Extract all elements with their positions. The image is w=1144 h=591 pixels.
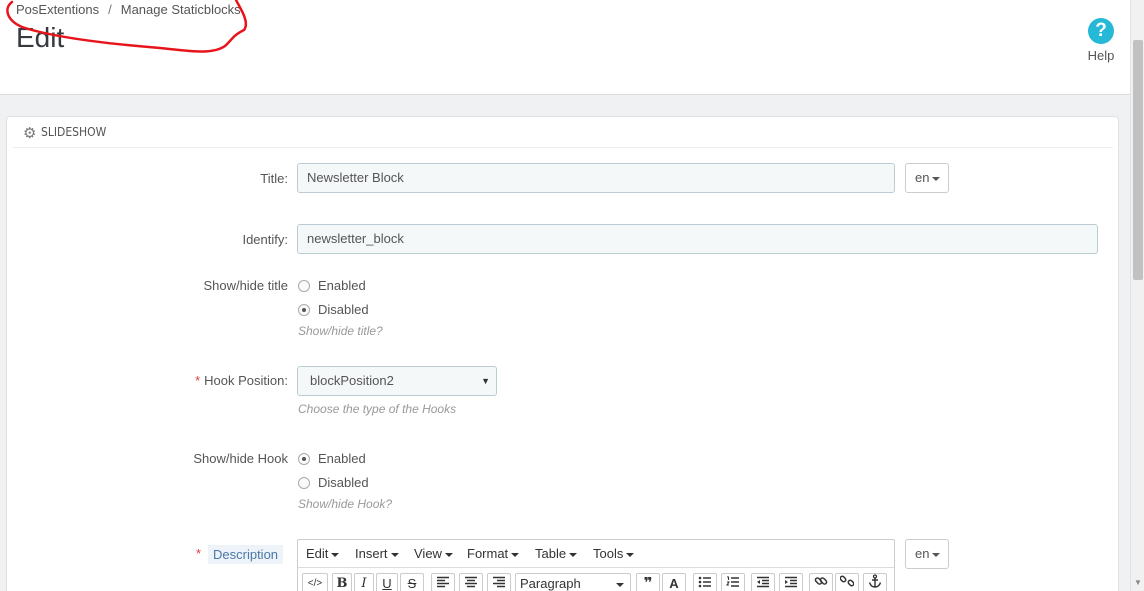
identify-label: Identify: <box>242 232 288 247</box>
show-title-enabled-option[interactable]: Enabled <box>298 278 366 293</box>
bullet-list-icon <box>698 576 711 588</box>
indent-button[interactable] <box>779 573 803 591</box>
bullet-list-button[interactable] <box>693 573 717 591</box>
title-input[interactable]: Newsletter Block <box>297 163 895 193</box>
panel-title: SLIDESHOW <box>41 125 107 139</box>
caret-down-icon <box>569 552 578 557</box>
anchor-icon <box>868 574 882 588</box>
source-code-button[interactable]: </> <box>302 573 328 591</box>
editor-menubar: Edit Insert View Format Table Tools <box>298 540 894 568</box>
show-title-disabled-option[interactable]: Disabled <box>298 302 369 317</box>
paragraph-format-value: Paragraph <box>520 576 581 591</box>
outdent-icon <box>757 576 769 588</box>
outdent-button[interactable] <box>751 573 775 591</box>
show-hide-hook-label: Show/hide Hook <box>193 451 288 466</box>
blockquote-button[interactable]: ❞ <box>636 573 660 591</box>
caret-down-icon <box>331 552 340 557</box>
title-language-dropdown[interactable]: en <box>905 163 949 193</box>
align-right-icon <box>493 576 505 588</box>
italic-button[interactable]: I <box>354 573 374 591</box>
text-color-button[interactable]: A <box>662 573 686 591</box>
caret-down-icon <box>616 583 624 587</box>
editor-menu-tools[interactable]: Tools <box>593 546 635 561</box>
caret-down-icon <box>932 176 941 181</box>
insert-link-button[interactable] <box>809 573 833 591</box>
show-hook-disabled-radio[interactable] <box>298 477 310 489</box>
show-title-enabled-label: Enabled <box>318 278 366 293</box>
scrollbar-thumb[interactable] <box>1133 40 1143 280</box>
title-label: Title: <box>260 171 288 186</box>
red-annotation-scribble <box>6 0 248 53</box>
title-language-value: en <box>915 170 930 185</box>
remove-link-button[interactable] <box>835 573 859 591</box>
link-icon <box>814 577 828 585</box>
hook-position-label: * Hook Position: <box>88 373 288 388</box>
vertical-scrollbar[interactable]: ▼ <box>1130 0 1144 591</box>
description-label: Description <box>208 545 284 564</box>
align-left-icon <box>437 576 449 588</box>
panel-heading: ⚙ SLIDESHOW <box>13 117 1113 148</box>
required-marker: * <box>195 373 201 388</box>
indent-icon <box>785 576 797 588</box>
caret-down-icon <box>626 552 635 557</box>
editor-menu-view[interactable]: View <box>414 546 453 561</box>
gear-icon: ⚙ <box>23 125 37 142</box>
align-center-icon <box>465 576 477 588</box>
show-hook-enabled-option[interactable]: Enabled <box>298 451 366 466</box>
caret-down-icon <box>511 552 520 557</box>
caret-down-icon <box>932 552 941 557</box>
align-center-button[interactable] <box>459 573 483 591</box>
align-right-button[interactable] <box>487 573 511 591</box>
strikethrough-button[interactable]: S <box>400 573 424 591</box>
hook-position-label-text: Hook Position: <box>204 373 288 388</box>
anchor-button[interactable] <box>863 573 887 591</box>
description-language-value: en <box>915 546 930 561</box>
editor-menu-table[interactable]: Table <box>535 546 578 561</box>
numbered-list-icon <box>726 576 739 587</box>
show-title-enabled-radio[interactable] <box>298 280 310 292</box>
caret-down-icon <box>444 552 453 557</box>
identify-input[interactable]: newsletter_block <box>297 224 1098 254</box>
description-required-marker: * <box>196 546 202 561</box>
show-hook-enabled-label: Enabled <box>318 451 366 466</box>
show-title-disabled-radio[interactable] <box>298 304 310 316</box>
help-label: Help <box>1087 48 1115 63</box>
show-title-disabled-label: Disabled <box>318 302 369 317</box>
show-title-help-text: Show/hide title? <box>298 324 383 338</box>
hook-position-help-text: Choose the type of the Hooks <box>298 402 457 416</box>
show-hook-disabled-option[interactable]: Disabled <box>298 475 369 490</box>
scroll-down-arrow-icon[interactable]: ▼ <box>1134 578 1142 587</box>
show-hook-disabled-label: Disabled <box>318 475 369 490</box>
description-language-dropdown[interactable]: en <box>905 539 949 569</box>
help-button[interactable]: ? Help <box>1084 18 1118 63</box>
hook-position-select[interactable]: blockPosition2 ▼ <box>297 366 497 396</box>
editor-menu-format[interactable]: Format <box>467 546 520 561</box>
unlink-icon <box>839 575 855 587</box>
show-hook-enabled-radio[interactable] <box>298 453 310 465</box>
show-hide-title-label: Show/hide title <box>203 278 288 293</box>
caret-down-icon <box>390 552 399 557</box>
select-arrow-icon: ▼ <box>481 376 490 386</box>
underline-button[interactable]: U <box>376 573 398 591</box>
numbered-list-button[interactable] <box>721 573 745 591</box>
editor-menu-edit[interactable]: Edit <box>306 546 340 561</box>
editor-menu-insert[interactable]: Insert <box>355 546 399 561</box>
hook-position-value: blockPosition2 <box>310 373 394 388</box>
bold-button[interactable]: B <box>332 573 352 591</box>
paragraph-format-dropdown[interactable]: Paragraph <box>515 573 631 591</box>
align-left-button[interactable] <box>431 573 455 591</box>
question-icon: ? <box>1088 18 1114 44</box>
editor-toolbar: </> B I U S Paragraph ❞ A <box>298 569 894 591</box>
show-hook-help-text: Show/hide Hook? <box>298 497 393 511</box>
description-rich-text-editor: Edit Insert View Format Table Tools </> … <box>297 539 895 591</box>
